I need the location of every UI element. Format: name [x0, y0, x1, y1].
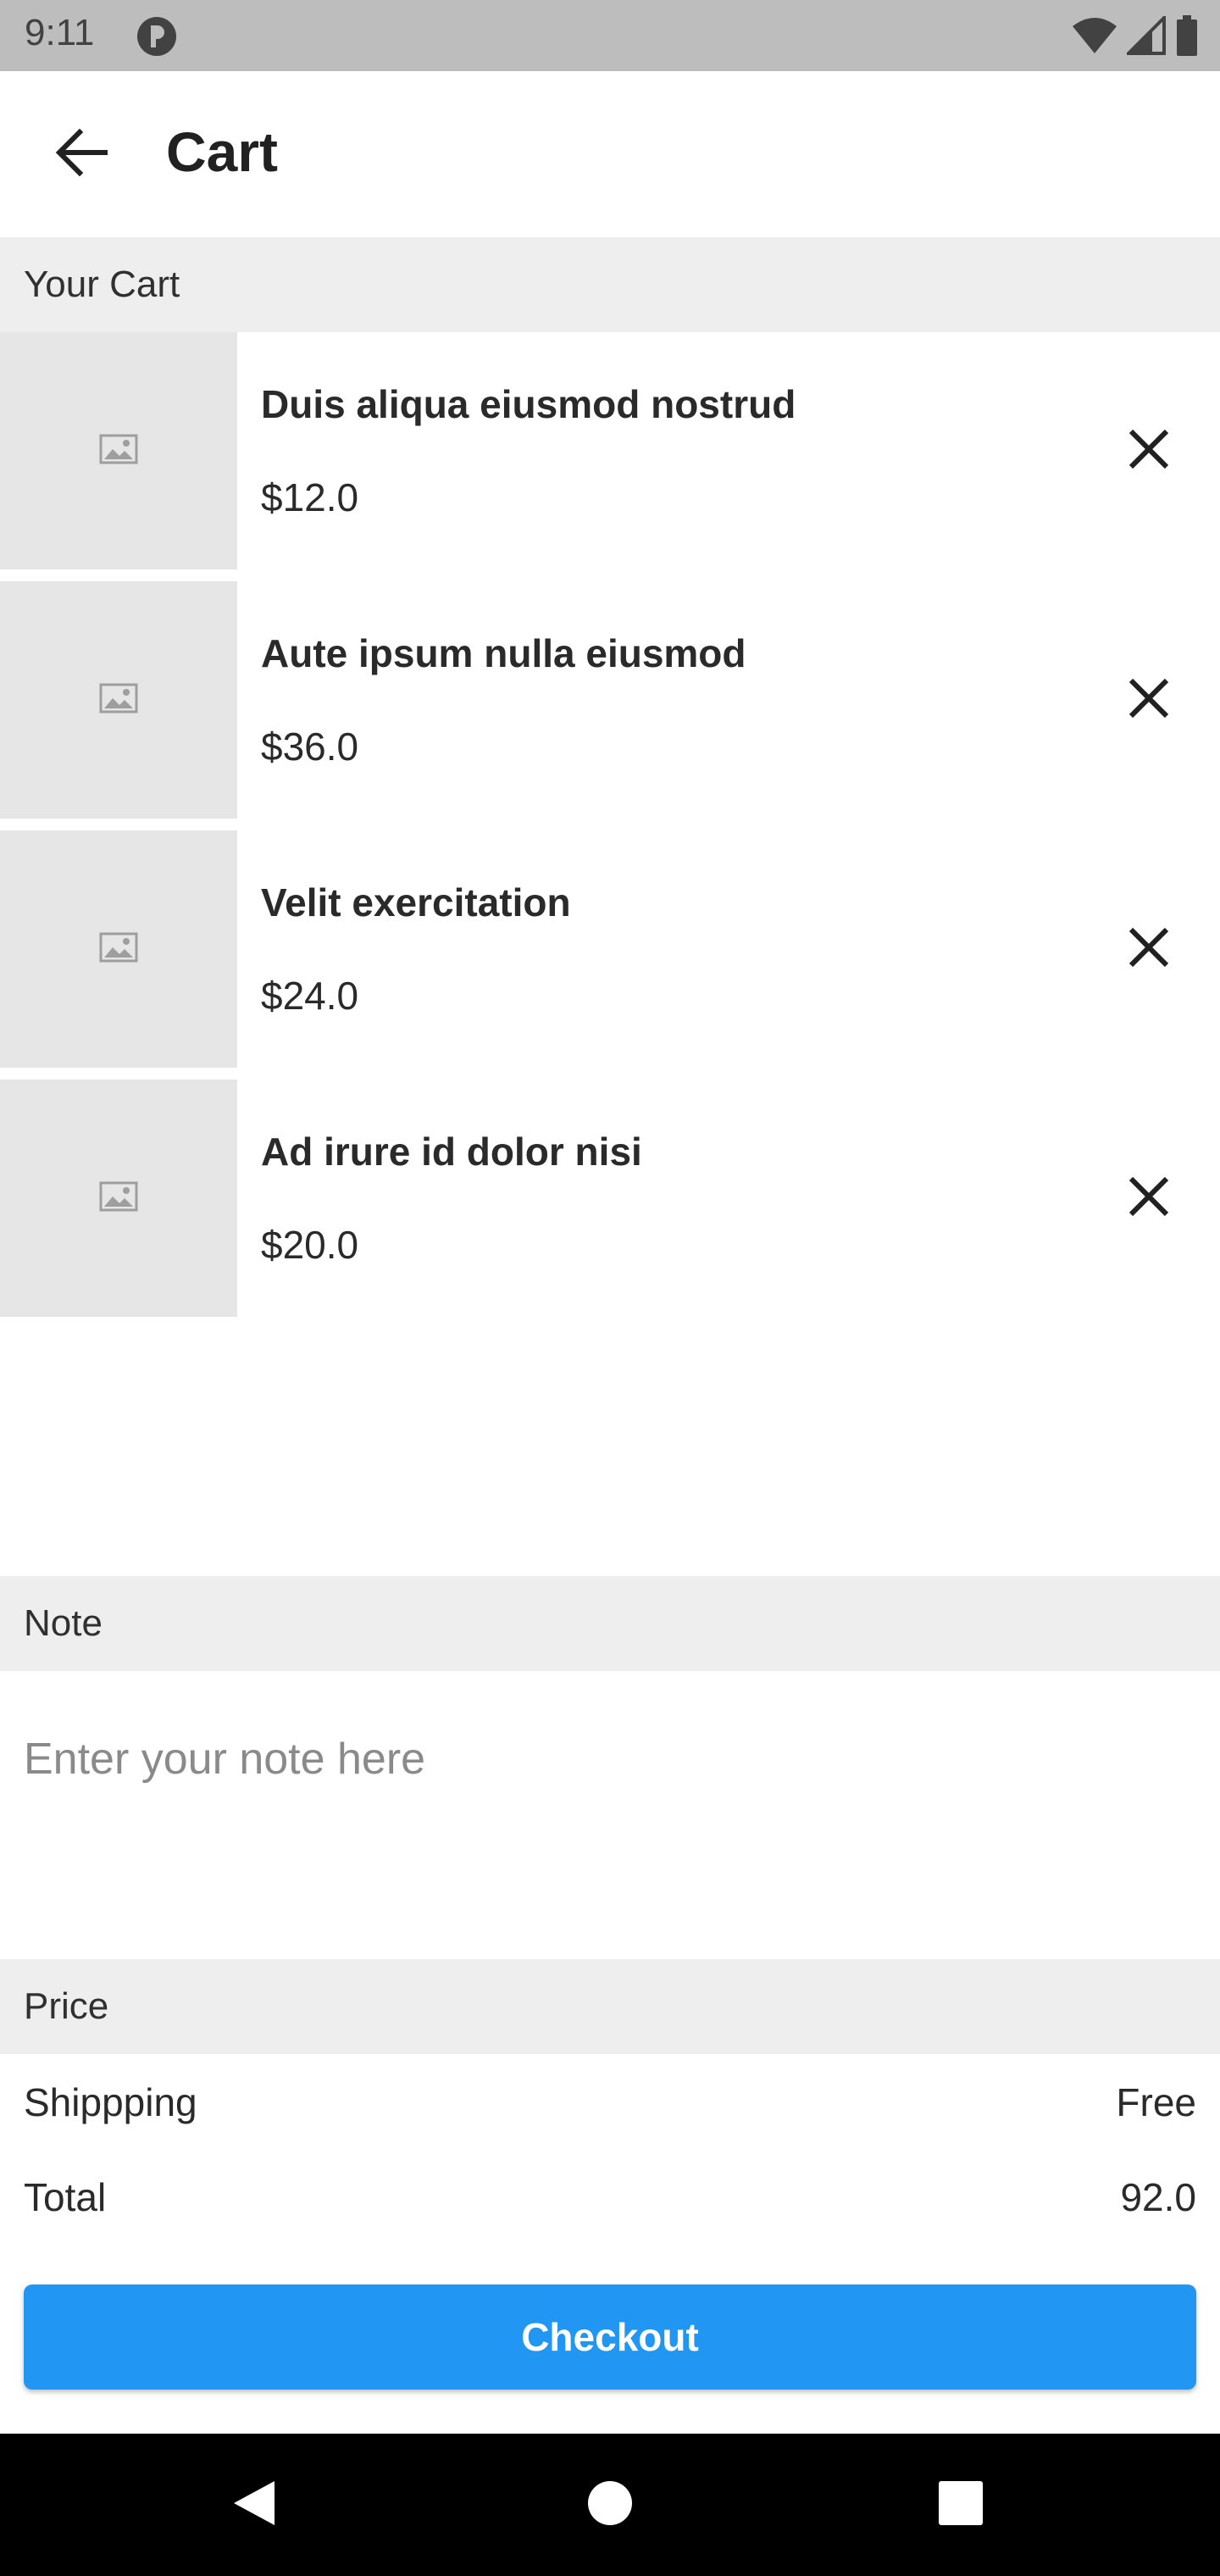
- close-icon: [1128, 926, 1170, 973]
- note-input[interactable]: [24, 1725, 1196, 1793]
- cart-item[interactable]: Aute ipsum nulla eiusmod $36.0: [0, 581, 1220, 819]
- nav-back-icon: [230, 2478, 278, 2533]
- remove-item-button[interactable]: [1115, 1164, 1183, 1232]
- total-label: Total: [24, 2175, 107, 2219]
- product-name: Ad irure id dolor nisi: [261, 1130, 642, 1174]
- price-section-title: Price: [24, 1985, 109, 2027]
- image-placeholder-icon: [99, 434, 138, 469]
- total-row: Total 92.0: [24, 2174, 1196, 2234]
- image-placeholder-icon: [99, 683, 138, 718]
- nav-home-icon: [586, 2479, 634, 2531]
- image-placeholder-icon: [99, 932, 138, 967]
- product-name: Aute ipsum nulla eiusmod: [261, 631, 746, 675]
- nav-home-button[interactable]: [576, 2471, 644, 2539]
- cart-item[interactable]: Ad irure id dolor nisi $20.0: [0, 1080, 1220, 1317]
- total-value: 92.0: [1120, 2175, 1196, 2219]
- app-bar: Cart: [0, 71, 1220, 237]
- nav-recents-icon: [937, 2479, 984, 2531]
- product-thumbnail: [0, 581, 237, 819]
- product-price: $12.0: [261, 475, 359, 519]
- back-button[interactable]: [47, 120, 115, 188]
- note-section-header: Note: [0, 1576, 1220, 1671]
- close-icon: [1128, 1175, 1170, 1222]
- checkout-button[interactable]: Checkout: [24, 2285, 1196, 2390]
- notification-app-icon: [136, 15, 178, 62]
- battery-icon: [1176, 15, 1198, 60]
- shipping-value: Free: [1116, 2080, 1196, 2124]
- shipping-row: Shippping Free: [24, 2079, 1196, 2139]
- status-icons: [1073, 14, 1198, 60]
- wifi-icon: [1073, 16, 1117, 59]
- cart-section-title: Your Cart: [24, 264, 180, 305]
- close-icon: [1128, 677, 1170, 724]
- remove-item-button[interactable]: [1115, 417, 1183, 485]
- product-name: Velit exercitation: [261, 880, 571, 924]
- product-price: $20.0: [261, 1223, 359, 1267]
- status-bar: 9:11: [0, 0, 1220, 71]
- close-icon: [1128, 428, 1170, 475]
- remove-item-button[interactable]: [1115, 915, 1183, 983]
- page-title: Cart: [166, 120, 279, 183]
- product-price: $24.0: [261, 974, 359, 1018]
- product-name: Duis aliqua eiusmod nostrud: [261, 382, 796, 426]
- status-time: 9:11: [25, 12, 95, 53]
- nav-back-button[interactable]: [220, 2471, 288, 2539]
- remove-item-button[interactable]: [1115, 666, 1183, 734]
- image-placeholder-icon: [99, 1181, 138, 1216]
- arrow-back-icon: [54, 128, 108, 180]
- system-nav-bar: [0, 2434, 1220, 2576]
- product-thumbnail: [0, 332, 237, 569]
- price-section-header: Price: [0, 1959, 1220, 2054]
- signal-icon: [1124, 14, 1166, 59]
- nav-recents-button[interactable]: [927, 2471, 995, 2539]
- note-section-title: Note: [24, 1602, 103, 1644]
- cart-item[interactable]: Duis aliqua eiusmod nostrud $12.0: [0, 332, 1220, 569]
- product-thumbnail: [0, 1080, 237, 1317]
- cart-section-header: Your Cart: [0, 237, 1220, 332]
- cart-item[interactable]: Velit exercitation $24.0: [0, 830, 1220, 1068]
- product-thumbnail: [0, 830, 237, 1068]
- product-price: $36.0: [261, 724, 359, 769]
- shipping-label: Shippping: [24, 2080, 197, 2124]
